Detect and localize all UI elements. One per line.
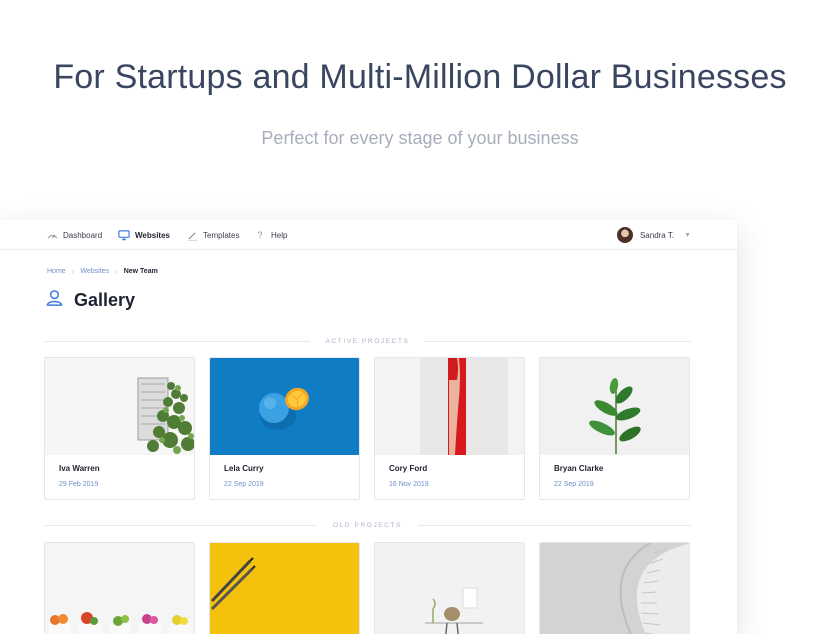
- hero-title: For Startups and Multi-Million Dollar Bu…: [53, 58, 787, 96]
- project-image: [540, 543, 689, 634]
- pencil-icon: [186, 229, 198, 241]
- page-title: Gallery: [74, 289, 136, 310]
- project-name: Lela Curry: [224, 464, 264, 473]
- project-image: [45, 543, 194, 634]
- dashboard-icon: [46, 229, 58, 241]
- old-projects-grid: [44, 542, 692, 634]
- project-card[interactable]: Cory Ford 16 Nov 2019: [374, 357, 525, 500]
- nav-item-templates[interactable]: Templates: [186, 228, 239, 242]
- project-image: [375, 358, 524, 455]
- project-image: [375, 543, 524, 634]
- project-image: [540, 358, 689, 455]
- page-header: Gallery: [45, 288, 135, 312]
- project-name: Bryan Clarke: [554, 464, 604, 473]
- section-label-old: OLD PROJECTS: [44, 519, 692, 531]
- project-date: 22 Sep 2019: [554, 481, 594, 488]
- user-menu[interactable]: Sandra T. ▼: [616, 226, 691, 244]
- top-navigation: Dashboard Websites Templates ? Help Sand…: [0, 220, 737, 250]
- nav-item-label: Dashboard: [63, 230, 103, 240]
- monitor-icon: [118, 229, 130, 241]
- nav-item-label: Templates: [203, 230, 240, 240]
- project-date: 22 Sep 2019: [224, 481, 264, 488]
- app-window: Dashboard Websites Templates ? Help Sand…: [0, 220, 737, 634]
- nav-item-websites[interactable]: Websites: [118, 228, 170, 242]
- chevron-down-icon: ▼: [684, 231, 691, 239]
- project-name: Iva Warren: [59, 464, 100, 473]
- breadcrumb-home[interactable]: Home: [47, 268, 66, 275]
- nav-item-dashboard[interactable]: Dashboard: [46, 228, 102, 242]
- nav-item-help[interactable]: ? Help: [254, 228, 287, 242]
- project-card[interactable]: Lela Curry 22 Sep 2019: [209, 357, 360, 500]
- breadcrumb-websites[interactable]: Websites: [80, 268, 109, 275]
- project-card[interactable]: Bryan Clarke 22 Sep 2019: [539, 357, 690, 500]
- nav-item-label: Websites: [135, 230, 170, 240]
- chevron-right-icon: ›: [71, 267, 75, 276]
- hero-subtitle: Perfect for every stage of your business: [261, 128, 579, 148]
- nav-item-label: Help: [271, 230, 288, 240]
- chevron-right-icon: ›: [115, 267, 118, 276]
- project-card[interactable]: [539, 542, 690, 634]
- project-card[interactable]: [209, 542, 360, 634]
- project-card[interactable]: [44, 542, 195, 634]
- breadcrumb: Home › Websites › New Team: [47, 267, 158, 276]
- user-name: Sandra T.: [639, 230, 675, 240]
- project-date: 29 Feb 2019: [59, 481, 99, 488]
- project-image: [210, 543, 359, 634]
- project-card[interactable]: [374, 542, 525, 634]
- question-icon: ?: [257, 230, 263, 240]
- user-icon: [45, 288, 64, 312]
- project-image: [210, 358, 359, 455]
- project-name: Cory Ford: [389, 464, 428, 473]
- avatar: [616, 227, 633, 243]
- project-card[interactable]: Iva Warren 29 Feb 2019: [44, 357, 195, 500]
- active-projects-grid: Iva Warren 29 Feb 2019 Lela Curry 22 Sep…: [44, 357, 692, 500]
- project-image: [45, 358, 194, 455]
- project-date: 16 Nov 2019: [389, 481, 429, 488]
- section-label-active: ACTIVE PROJECTS: [44, 335, 691, 347]
- breadcrumb-current: New Team: [123, 268, 158, 275]
